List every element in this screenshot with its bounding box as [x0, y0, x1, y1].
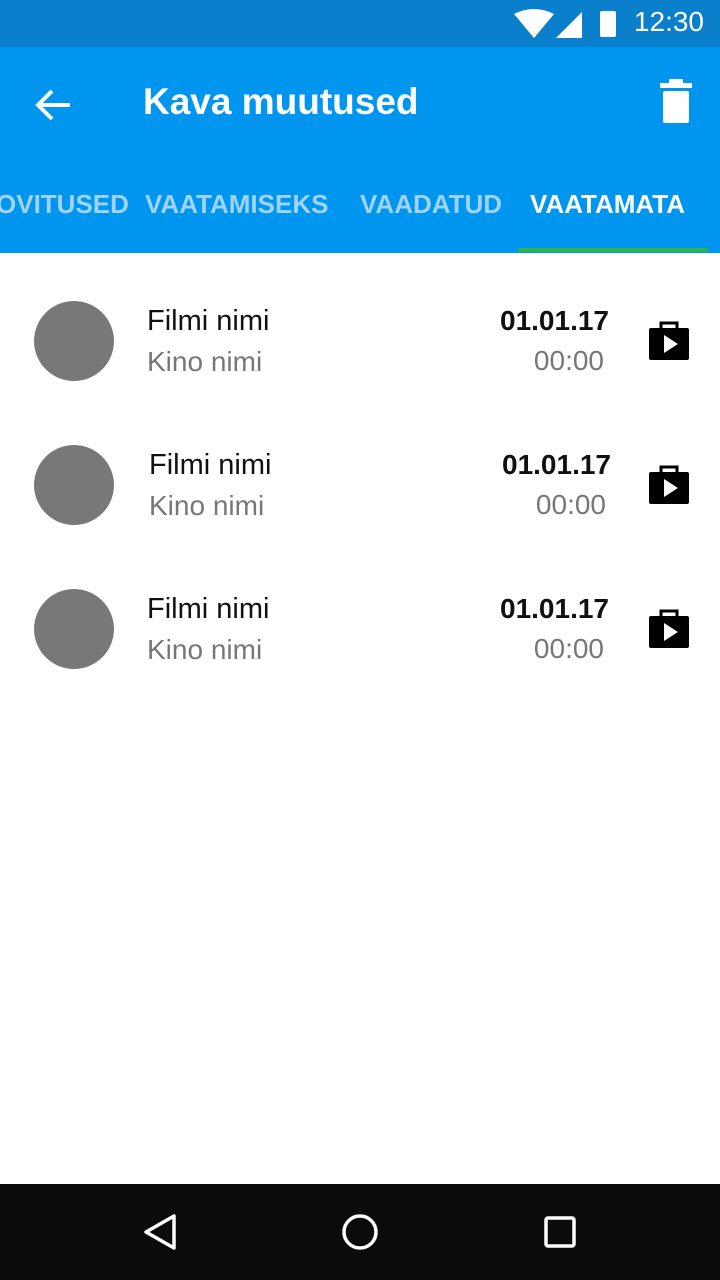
date: 01.01.17 [502, 449, 611, 480]
avatar [34, 589, 114, 669]
tab-vaatamata[interactable]: VAATAMATA [530, 189, 685, 220]
film-name: Filmi nimi [147, 305, 270, 337]
film-name: Filmi nimi [147, 593, 270, 625]
play-store-bag-icon[interactable] [648, 465, 690, 505]
time: 00:00 [535, 489, 606, 520]
list-item[interactable]: Filmi nimi Kino nimi 01.01.17 00:00 [0, 425, 720, 545]
time: 00:00 [533, 345, 604, 376]
tab-vaatamiseks[interactable]: VAATAMISEKS [145, 189, 328, 220]
film-name: Filmi nimi [149, 449, 272, 481]
wifi-icon [514, 9, 554, 38]
trash-icon [660, 79, 692, 123]
date: 01.01.17 [500, 593, 609, 624]
app-bar: Kava muutused OVITUSED VAATAMISEKS VAADA… [0, 47, 720, 253]
battery-icon [600, 11, 616, 37]
home-circle-icon[interactable] [332, 1204, 388, 1260]
arrow-left-icon [35, 89, 70, 121]
status-time: 12:30 [633, 6, 704, 37]
navigation-bar [0, 1184, 720, 1280]
avatar [34, 301, 114, 381]
recents-square-icon[interactable] [532, 1204, 588, 1260]
status-bar: 12:30 [0, 0, 720, 47]
cinema-name: Kino nimi [147, 346, 263, 377]
cinema-name: Kino nimi [149, 490, 265, 521]
back-triangle-icon[interactable] [132, 1204, 188, 1260]
play-store-bag-icon[interactable] [648, 321, 690, 361]
time: 00:00 [533, 633, 604, 664]
avatar [34, 445, 114, 525]
signal-icon [556, 12, 582, 38]
list-item[interactable]: Filmi nimi Kino nimi 01.01.17 00:00 [0, 569, 720, 689]
tab-indicator [518, 248, 708, 252]
date: 01.01.17 [500, 305, 609, 336]
cinema-name: Kino nimi [147, 634, 263, 665]
tab-vaadatud[interactable]: VAADATUD [360, 189, 502, 220]
tab-ovitused[interactable]: OVITUSED [0, 189, 129, 220]
list-item[interactable]: Filmi nimi Kino nimi 01.01.17 00:00 [0, 281, 720, 401]
status-icons [514, 9, 616, 38]
page-title: Kava muutused [143, 81, 419, 122]
play-store-bag-icon[interactable] [648, 609, 690, 649]
back-button[interactable] [30, 85, 78, 125]
delete-button[interactable] [656, 79, 696, 125]
